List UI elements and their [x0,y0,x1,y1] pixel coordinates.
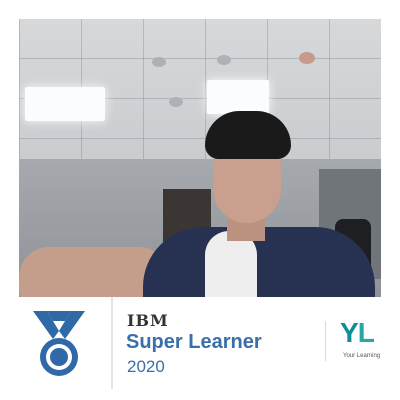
badge-brand: IBM [127,311,169,330]
photo-person-hair [205,111,291,159]
badge-title: Super Learner [126,331,262,353]
photo-ceiling-light [25,87,105,121]
profile-badge-frame: IBM Super Learner 2020 YL Your Learning [0,0,400,400]
logo-letter-y: Y [340,317,359,348]
logo-caption: Your Learning [343,353,381,359]
photo-ceiling-vent [169,97,183,107]
badge-divider [325,321,326,361]
your-learning-logo: YL [340,317,375,348]
photo-ceiling-vent [152,57,166,67]
badge-year: 2020 [127,357,165,376]
photo-smoke-detector [299,52,315,64]
logo-letter-l: L [357,317,375,348]
photo-ceiling-vent [217,55,231,65]
photo-ceiling-light [207,80,269,114]
medal-tab [19,297,111,389]
profile-photo [19,19,381,297]
medal-icon [33,311,85,376]
badge-banner: IBM Super Learner 2020 YL Your Learning [19,297,381,389]
